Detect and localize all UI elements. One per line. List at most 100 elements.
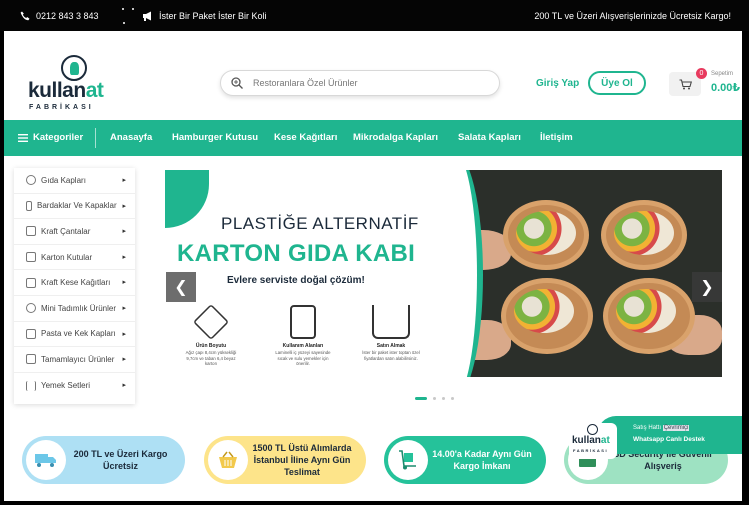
food-bowl bbox=[501, 278, 593, 354]
logo-word: kullanat bbox=[28, 79, 104, 102]
whatsapp-support-widget[interactable]: Satış Hattı Çevrimiçi Whatsapp Canlı Des… bbox=[597, 416, 742, 454]
sidebar-item-label: Gıda Kapları bbox=[41, 175, 86, 185]
sidebar-item-cups-lids[interactable]: Bardaklar Ve Kapaklar ▸ bbox=[14, 194, 135, 220]
chevron-right-icon: ▸ bbox=[122, 228, 126, 236]
pagination-dot[interactable] bbox=[433, 397, 436, 400]
sidebar-item-label: Mini Tadımlık Ürünler bbox=[41, 303, 116, 313]
cart-label: Sepetim bbox=[711, 71, 734, 77]
truck-icon bbox=[26, 440, 66, 480]
nav-item-salad-containers[interactable]: Salata Kapları bbox=[458, 132, 521, 143]
feature-same-day-delivery: 1500 TL Üstü Alımlarda İstanbul İline Ay… bbox=[204, 436, 366, 484]
categories-label: Kategoriler bbox=[33, 132, 84, 143]
sidebar-item-label: Yemek Setleri bbox=[41, 381, 91, 391]
sidebar-item-mini-tasting[interactable]: Mini Tadımlık Ürünler ▸ bbox=[14, 296, 135, 322]
chevron-left-icon: ❮ bbox=[174, 279, 188, 296]
nav-item-microwave-containers[interactable]: Mikrodalga Kapları bbox=[353, 132, 438, 143]
sidebar-item-complementary[interactable]: Tamamlayıcı Ürünler ▸ bbox=[14, 347, 135, 373]
feature-title: Satın Almak bbox=[376, 343, 406, 349]
main-nav: Kategoriler Anasayfa Hamburger Kutusu Ke… bbox=[4, 120, 742, 156]
box-icon bbox=[26, 252, 36, 263]
cart-count-badge: 0 bbox=[696, 68, 707, 79]
sidebar-item-label: Tamamlayıcı Ürünler bbox=[41, 354, 115, 364]
hero-banner[interactable]: PLASTİĞE ALTERNATİF KARTON GIDA KABI Evl… bbox=[165, 170, 722, 377]
search-icon[interactable] bbox=[231, 77, 243, 89]
food-bowl bbox=[601, 200, 687, 270]
megaphone-icon bbox=[143, 11, 151, 21]
chevron-right-icon: ▸ bbox=[122, 304, 126, 312]
cart-icon bbox=[679, 78, 692, 89]
decorative-dots bbox=[120, 6, 140, 26]
whatsapp-brand-logo: kullanat FABRİKASI bbox=[569, 423, 617, 459]
register-button[interactable]: Üye Ol bbox=[588, 71, 646, 95]
nav-item-contact[interactable]: İletişim bbox=[540, 132, 573, 143]
feature-title: Ürün Boyutu bbox=[195, 343, 227, 349]
nav-divider bbox=[95, 128, 96, 148]
nav-item-paper-bags[interactable]: Kese Kağıtları bbox=[274, 132, 337, 143]
free-shipping-notice: 200 TL ve Üzeri Alışverişlerinizde Ücret… bbox=[534, 11, 731, 21]
pagination-dot[interactable] bbox=[442, 397, 445, 400]
feature-text: 200 TL ve Üzeri Kargo Ücretsiz bbox=[73, 448, 168, 471]
food-container-icon bbox=[26, 175, 36, 186]
sidebar-item-cardboard-boxes[interactable]: Karton Kutular ▸ bbox=[14, 245, 135, 271]
food-bowl bbox=[503, 200, 589, 270]
feature-title: Kullanım Alanları bbox=[282, 343, 324, 349]
chevron-right-icon: ▸ bbox=[122, 381, 126, 389]
chevron-right-icon: ▸ bbox=[122, 202, 126, 210]
banner-title-line2: KARTON GIDA KABI bbox=[177, 240, 416, 267]
nav-item-hamburger-box[interactable]: Hamburger Kutusu bbox=[172, 132, 258, 143]
sidebar-item-label: Kraft Kese Kağıtları bbox=[41, 278, 111, 288]
phone-link[interactable]: 0212 843 3 843 bbox=[20, 11, 99, 21]
whatsapp-title: Whatsapp Canlı Destek bbox=[633, 436, 705, 443]
chevron-right-icon: ▸ bbox=[122, 330, 126, 338]
monitor-icon bbox=[290, 305, 316, 339]
feature-free-shipping: 200 TL ve Üzeri Kargo Ücretsiz bbox=[22, 436, 185, 484]
category-sidebar: Gıda Kapları ▸ Bardaklar Ve Kapaklar ▸ Kra… bbox=[14, 168, 135, 404]
sidebar-item-label: Karton Kutular bbox=[41, 252, 93, 262]
feature-text: 1500 TL Üstü Alımlarda İstanbul İline Ay… bbox=[252, 442, 352, 478]
nav-item-home[interactable]: Anasayfa bbox=[110, 132, 152, 143]
banner-food-photo bbox=[441, 170, 722, 377]
banner-subtitle: Evlere serviste doğal çözüm! bbox=[227, 275, 365, 286]
shopping-cart-icon bbox=[372, 305, 410, 339]
cutlery-icon bbox=[26, 354, 36, 365]
banner-pagination bbox=[415, 397, 454, 400]
menu-icon bbox=[18, 133, 28, 142]
phone-icon bbox=[20, 11, 30, 21]
pagination-dot[interactable] bbox=[451, 397, 454, 400]
paper-bag-icon bbox=[26, 277, 36, 288]
chevron-right-icon: ▸ bbox=[122, 279, 126, 287]
top-bar: 0212 843 3 843 İster Bir Paket İster Bir… bbox=[0, 0, 749, 31]
banner-next-button[interactable]: ❯ bbox=[692, 272, 722, 302]
login-link[interactable]: Giriş Yap bbox=[536, 78, 579, 89]
logo-word: kullanat bbox=[572, 435, 610, 446]
cake-icon bbox=[26, 328, 36, 339]
feature-desc: Laminelli iç yüzeyi sayesinde sıcak ve s… bbox=[275, 350, 331, 367]
cup-icon bbox=[26, 200, 32, 211]
sidebar-item-food-containers[interactable]: Gıda Kapları ▸ bbox=[14, 168, 135, 194]
hand-truck-icon bbox=[388, 440, 428, 480]
banner-feature-buy: Satın Almak İster bir paket ister toptan… bbox=[361, 305, 421, 361]
feature-same-day-shipping: 14.00'a Kadar Aynı Gün Kargo İmkanı bbox=[384, 436, 546, 484]
feature-desc: İster bir paket ister toptan özel fiyatl… bbox=[362, 350, 420, 361]
banner-feature-usage: Kullanım Alanları Laminelli iç yüzeyi sa… bbox=[273, 305, 333, 367]
search-input[interactable] bbox=[253, 78, 483, 88]
meal-set-icon bbox=[26, 380, 36, 391]
basket-icon bbox=[208, 440, 248, 480]
logo-subtitle: FABRİKASI bbox=[29, 104, 94, 111]
sidebar-item-kraft-bags[interactable]: Kraft Çantalar ▸ bbox=[14, 219, 135, 245]
pack-slogan: İster Bir Paket İster Bir Koli bbox=[142, 11, 267, 21]
sidebar-item-cake-containers[interactable]: Pasta ve Kek Kapları ▸ bbox=[14, 322, 135, 348]
logo-badge-icon bbox=[61, 55, 87, 81]
banner-prev-button[interactable]: ❮ bbox=[166, 272, 196, 302]
bag-icon bbox=[26, 226, 36, 237]
pack-slogan-text: İster Bir Paket İster Bir Koli bbox=[159, 11, 267, 21]
feature-desc: Ağız çapı 8,4cm yüksekliği 9,7cm ve taba… bbox=[185, 350, 237, 367]
pagination-dot-active[interactable] bbox=[415, 397, 427, 400]
categories-button[interactable]: Kategoriler bbox=[18, 132, 83, 143]
cart-total: 0.00₺ bbox=[711, 82, 741, 94]
sidebar-item-label: Bardaklar Ve Kapaklar bbox=[37, 201, 117, 211]
sidebar-item-kraft-paper-bags[interactable]: Kraft Kese Kağıtları ▸ bbox=[14, 270, 135, 296]
site-logo[interactable]: kullanat FABRİKASI bbox=[24, 53, 124, 113]
banner-curve-shape bbox=[423, 170, 483, 377]
sidebar-item-meal-sets[interactable]: Yemek Setleri ▸ bbox=[14, 373, 135, 399]
